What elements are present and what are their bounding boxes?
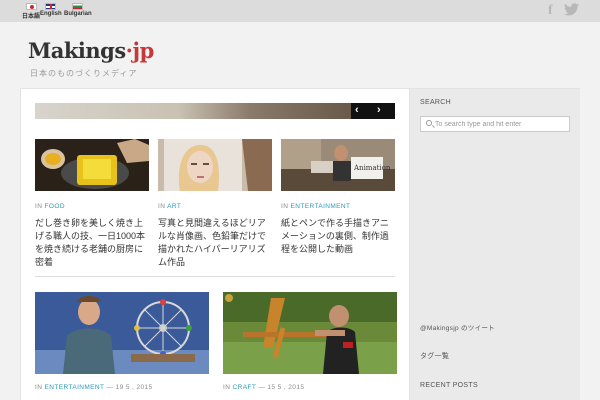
category-prefix: IN [158,203,166,210]
post-card-entertainment[interactable]: Animation IN ENTERTAINMENT 紙とペンで作る手描きアニメ… [281,139,395,264]
post-card-craft[interactable]: IN CRAFT — 15 5 , 2015 [223,292,397,392]
language-label: 日本語 [22,14,41,20]
post-date: — 15 5 , 2015 [258,384,305,391]
logo-main: Makings [28,38,126,63]
site-tagline: 日本のものづくりメディア [30,69,138,78]
post-thumbnail[interactable] [158,139,272,191]
post-date: — 19 5 , 2015 [106,384,153,391]
featured-slider[interactable]: ‹ › [35,103,395,119]
search-icon [426,120,432,126]
slider-prev-icon[interactable]: ‹ [355,104,359,116]
language-english[interactable]: English [40,3,62,17]
category-link[interactable]: FOOD [45,203,65,210]
search-heading: SEARCH [420,99,451,106]
search-box[interactable] [420,116,570,132]
post-title[interactable]: 紙とペンで作る手描きアニメーションの裏側、制作過程を公開した動画 [281,217,395,256]
category-prefix: IN [281,203,289,210]
post-thumbnail[interactable]: Animation [281,139,395,191]
tags-heading: タグ一覧 [420,353,450,360]
logo-accent: jp [132,38,154,63]
post-thumbnail[interactable] [35,139,149,191]
facebook-icon[interactable]: f [548,3,553,19]
section-divider [35,276,395,277]
top-bar: 日本語 English Bulgarian f [0,0,600,22]
search-input[interactable] [435,119,567,130]
language-japanese[interactable]: 日本語 [22,3,40,20]
flag-bg-icon [72,3,84,10]
category-prefix: IN [35,384,43,391]
category-link[interactable]: ART [167,203,181,210]
category-prefix: IN [223,384,231,391]
post-card-entertainment-2[interactable]: IN ENTERTAINMENT — 19 5 , 2015 [35,292,209,392]
post-category: IN ENTERTAINMENT [281,203,350,210]
category-prefix: IN [35,203,43,210]
post-category: IN ENTERTAINMENT — 19 5 , 2015 [35,384,153,391]
post-thumbnail[interactable] [35,292,209,374]
twitter-icon[interactable] [564,3,579,19]
category-link[interactable]: CRAFT [233,384,257,391]
post-card-food[interactable]: IN FOOD だし巻き卵を美しく焼き上げる職人の技、一日1000本を焼き続ける… [35,139,149,267]
post-title[interactable]: 写真と見間違えるほどリアルな肖像画、色鉛筆だけで描かれたハイパーリアリズム作品 [158,217,272,269]
post-category: IN CRAFT — 15 5 , 2015 [223,384,304,391]
twitter-widget-heading[interactable]: @Makingsjp のツイート [420,322,495,332]
site-logo[interactable]: Makings·jp [28,38,154,63]
post-thumbnail[interactable] [223,292,397,374]
post-category: IN ART [158,203,181,210]
category-link[interactable]: ENTERTAINMENT [45,384,105,391]
language-bulgarian[interactable]: Bulgarian [64,3,92,17]
post-category: IN FOOD [35,203,65,210]
main-content: ‹ › IN FOOD だし巻き卵を美しく焼き上げる職人の技、一日1000本を焼… [20,88,410,400]
category-link[interactable]: ENTERTAINMENT [291,203,351,210]
flag-en-icon [45,3,57,10]
flag-jp-icon [25,3,37,10]
language-label: English [40,11,62,17]
recent-posts-heading: RECENT POSTS [420,382,478,389]
post-card-art[interactable]: IN ART 写真と見間違えるほどリアルな肖像画、色鉛筆だけで描かれたハイパーリ… [158,139,272,267]
sidebar: SEARCH @Makingsjp のツイート タグ一覧 RECENT POST… [410,88,580,400]
language-label: Bulgarian [64,11,92,17]
svg-text:Animation: Animation [353,164,391,172]
post-title[interactable]: だし巻き卵を美しく焼き上げる職人の技、一日1000本を焼き続ける老舗の厨房に密着 [35,217,149,269]
slider-next-icon[interactable]: › [377,104,381,116]
